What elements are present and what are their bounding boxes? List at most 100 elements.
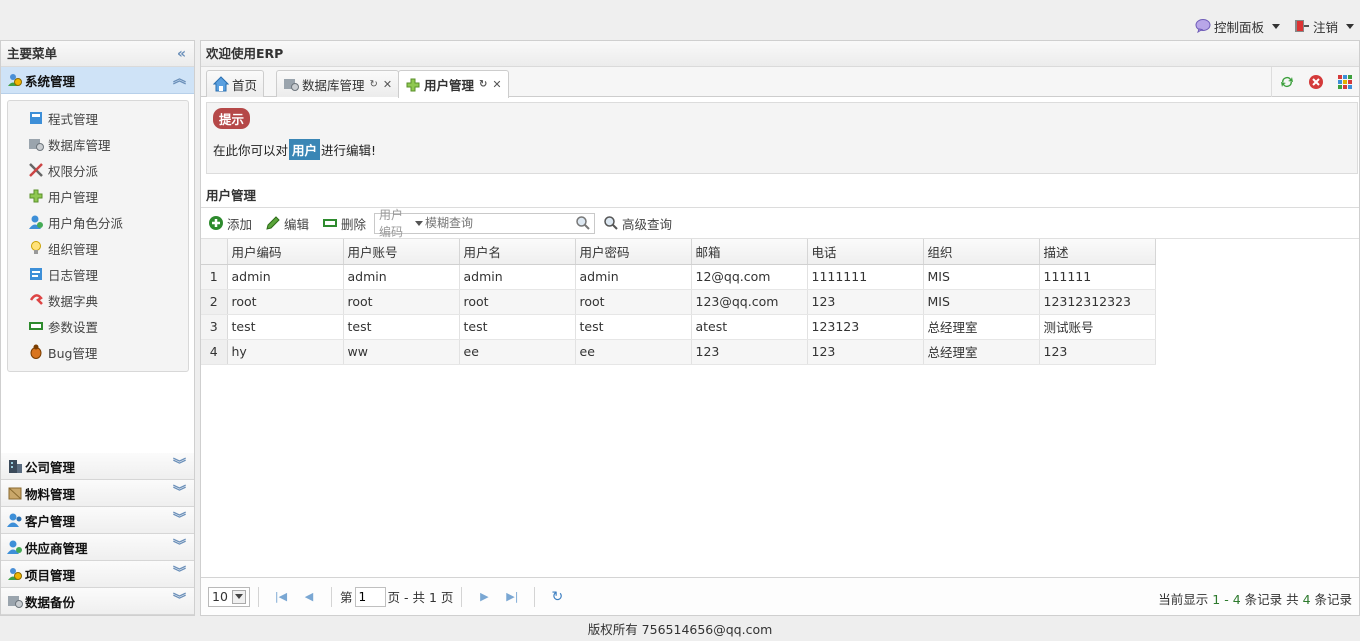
section-system-management[interactable]: 系统管理 ︽ [1,67,194,94]
chevron-down-icon[interactable]: ︾ [173,592,186,610]
tab-home[interactable]: 首页 [206,70,265,97]
chevron-down-icon[interactable]: ︾ [173,511,186,529]
next-page-icon[interactable]: ▶ [475,588,493,606]
table-row[interactable]: 2 root root root root 123@qq.com 123 MIS… [201,289,1156,315]
menu-item-label: Bug管理 [48,345,98,361]
table-cell: test [459,314,576,340]
last-page-icon[interactable]: ▶| [503,588,521,606]
search-icon[interactable] [575,215,591,231]
section-company-management[interactable]: 公司管理 ︾ [1,453,194,480]
page-title: 欢迎使用ERP [201,41,1359,67]
reload-icon[interactable]: ↻ [370,79,378,90]
reload-icon[interactable]: ↻ [479,79,487,90]
edit-label: 编辑 [284,216,310,232]
table-cell: root [459,289,576,315]
add-icon [208,215,224,231]
page-size-select[interactable]: 10 [208,586,250,607]
section-data-backup[interactable]: 数据备份 ︾ [1,588,194,615]
page-info-suffix: 条记录 [1310,592,1352,607]
table-cell: 123 [691,339,808,365]
close-all-icon[interactable] [1308,74,1324,90]
permission-icon [28,162,44,178]
section-label: 数据备份 [25,594,76,610]
table-cell: MIS [923,264,1040,290]
menu-item-log[interactable]: 日志管理 [8,261,188,287]
control-panel-menu[interactable]: 控制面板 [1195,17,1281,35]
chevron-down-icon[interactable]: ︾ [173,484,186,502]
advanced-search-label: 高级查询 [622,216,673,232]
menu-item-label: 数据库管理 [48,137,111,153]
menu-item-user-roles[interactable]: 用户角色分派 [8,209,188,235]
chevron-down-icon [232,589,246,604]
program-icon [28,110,44,126]
logout-menu[interactable]: 注销 [1294,17,1355,35]
chevron-down-icon[interactable]: ︾ [173,457,186,475]
menu-item-database[interactable]: 数据库管理 [8,131,188,157]
menu-item-organization[interactable]: 组织管理 [8,235,188,261]
advanced-search-button[interactable]: 高级查询 [603,214,672,233]
menu-item-program[interactable]: 程式管理 [8,105,188,131]
customer-icon [7,512,23,528]
menu-item-dictionary[interactable]: 数据字典 [8,287,188,313]
column-header[interactable]: 电话 [807,239,924,265]
column-header[interactable]: 描述 [1039,239,1156,265]
row-number: 1 [201,264,228,290]
menu-item-permission[interactable]: 权限分派 [8,157,188,183]
page-info-prefix: 当前显示 [1158,592,1213,607]
table-cell: test [575,314,692,340]
menu-item-label: 参数设置 [48,319,99,335]
minus-icon [322,215,338,231]
refresh-icon[interactable]: ↻ [548,588,566,606]
page-number-input[interactable] [354,586,386,607]
tab-user-management[interactable]: 用户管理 ↻ ✕ [398,70,509,98]
first-page-icon[interactable]: |◀ [272,588,290,606]
table-row[interactable]: 3 test test test test atest 123123 总经理室 … [201,314,1156,340]
notice-text-before: 在此你可以对 [213,143,289,158]
section-project-management[interactable]: 项目管理 ︾ [1,561,194,588]
search-input[interactable] [423,216,576,230]
menu-item-bug[interactable]: Bug管理 [8,339,188,365]
add-button[interactable]: 添加 [208,214,252,233]
page-info-total: 4 [1302,592,1311,607]
table-cell: MIS [923,289,1040,315]
grid-title: 用户管理 [206,188,257,203]
main-menu-panel: 主要菜单 « 系统管理 ︽ 程式管理 数据库管理 权限分派 用户管理 用户角色分… [0,40,195,616]
chevron-up-icon[interactable]: ︽ [173,71,186,89]
menu-item-label: 用户管理 [48,189,99,205]
delete-button[interactable]: 删除 [322,214,366,233]
footer-copyright: 版权所有 756514656@qq.com [587,622,773,637]
table-cell: root [227,289,344,315]
chevron-down-icon[interactable]: ︾ [173,565,186,583]
chevron-down-icon[interactable]: ︾ [173,538,186,556]
column-header[interactable]: 用户名 [459,239,576,265]
menu-item-parameters[interactable]: 参数设置 [8,313,188,339]
building-icon [7,458,23,474]
grid-icon[interactable] [1337,74,1353,90]
table-cell: test [343,314,460,340]
dictionary-icon [28,292,44,308]
table-cell: 12312312323 [1039,289,1156,315]
column-header[interactable]: 组织 [923,239,1040,265]
separator [461,586,463,607]
section-customer-management[interactable]: 客户管理 ︾ [1,507,194,534]
menu-item-users[interactable]: 用户管理 [8,183,188,209]
section-supplier-management[interactable]: 供应商管理 ︾ [1,534,194,561]
table-row[interactable]: 1 admin admin admin admin 12@qq.com 1111… [201,264,1156,290]
table-row[interactable]: 4 hy ww ee ee 123 123 总经理室 123 [201,339,1156,365]
table-header-row: 用户编码 用户账号 用户名 用户密码 邮箱 电话 组织 描述 [201,239,1156,265]
column-header[interactable]: 邮箱 [691,239,808,265]
edit-button[interactable]: 编辑 [265,214,309,233]
search-field-select[interactable]: 用户编码 [375,208,424,239]
refresh-icon[interactable] [1279,74,1295,90]
column-header[interactable]: 用户密码 [575,239,692,265]
prev-page-icon[interactable]: ◀ [300,588,318,606]
close-icon[interactable]: ✕ [492,78,501,91]
collapse-left-icon[interactable]: « [177,41,186,67]
control-panel-label: 控制面板 [1214,19,1265,35]
tab-database-management[interactable]: 数据库管理 ↻ ✕ [276,70,400,97]
column-header[interactable]: 用户编码 [227,239,344,265]
close-icon[interactable]: ✕ [383,78,392,91]
column-header[interactable]: 用户账号 [343,239,460,265]
section-material-management[interactable]: 物料管理 ︾ [1,480,194,507]
table-cell: root [575,289,692,315]
